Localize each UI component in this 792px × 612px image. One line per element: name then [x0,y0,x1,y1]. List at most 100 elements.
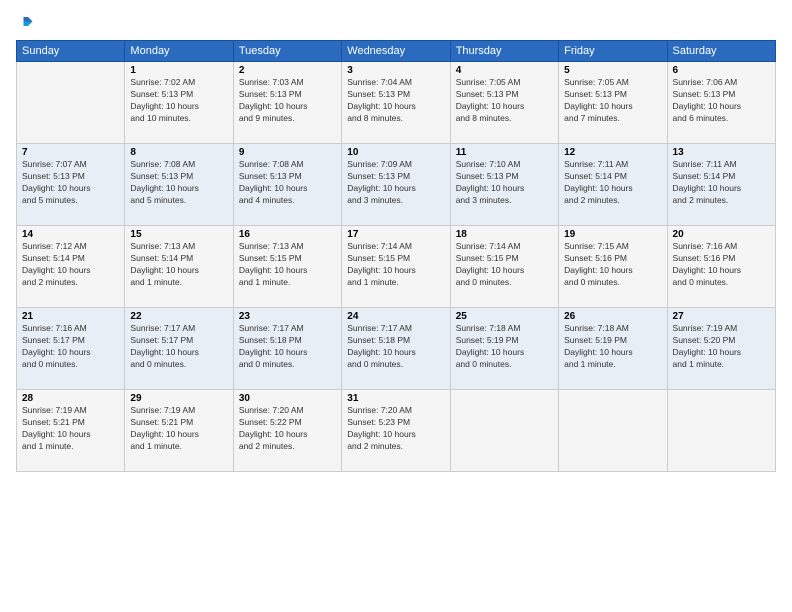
week-row-5: 28Sunrise: 7:19 AMSunset: 5:21 PMDayligh… [17,390,776,472]
day-info: Sunrise: 7:17 AMSunset: 5:18 PMDaylight:… [347,323,444,371]
day-info: Sunrise: 7:17 AMSunset: 5:18 PMDaylight:… [239,323,336,371]
calendar-cell: 19Sunrise: 7:15 AMSunset: 5:16 PMDayligh… [559,226,667,308]
day-number: 12 [564,147,661,158]
calendar-cell: 20Sunrise: 7:16 AMSunset: 5:16 PMDayligh… [667,226,775,308]
day-number: 11 [456,147,553,158]
day-info: Sunrise: 7:15 AMSunset: 5:16 PMDaylight:… [564,241,661,289]
day-info: Sunrise: 7:17 AMSunset: 5:17 PMDaylight:… [130,323,227,371]
day-number: 20 [673,229,770,240]
day-number: 27 [673,311,770,322]
calendar-cell: 11Sunrise: 7:10 AMSunset: 5:13 PMDayligh… [450,144,558,226]
calendar-cell: 17Sunrise: 7:14 AMSunset: 5:15 PMDayligh… [342,226,450,308]
calendar-cell [559,390,667,472]
calendar-cell: 16Sunrise: 7:13 AMSunset: 5:15 PMDayligh… [233,226,341,308]
logo-icon [16,14,34,32]
calendar-cell: 4Sunrise: 7:05 AMSunset: 5:13 PMDaylight… [450,62,558,144]
day-info: Sunrise: 7:18 AMSunset: 5:19 PMDaylight:… [456,323,553,371]
day-info: Sunrise: 7:07 AMSunset: 5:13 PMDaylight:… [22,159,119,207]
day-number: 10 [347,147,444,158]
calendar-cell: 13Sunrise: 7:11 AMSunset: 5:14 PMDayligh… [667,144,775,226]
calendar-cell: 7Sunrise: 7:07 AMSunset: 5:13 PMDaylight… [17,144,125,226]
day-info: Sunrise: 7:19 AMSunset: 5:21 PMDaylight:… [22,405,119,453]
calendar-cell: 3Sunrise: 7:04 AMSunset: 5:13 PMDaylight… [342,62,450,144]
day-info: Sunrise: 7:06 AMSunset: 5:13 PMDaylight:… [673,77,770,125]
page: SundayMondayTuesdayWednesdayThursdayFrid… [0,0,792,612]
day-number: 9 [239,147,336,158]
day-info: Sunrise: 7:10 AMSunset: 5:13 PMDaylight:… [456,159,553,207]
day-number: 4 [456,65,553,76]
day-number: 1 [130,65,227,76]
calendar-cell: 8Sunrise: 7:08 AMSunset: 5:13 PMDaylight… [125,144,233,226]
day-header-saturday: Saturday [667,41,775,62]
calendar-cell: 10Sunrise: 7:09 AMSunset: 5:13 PMDayligh… [342,144,450,226]
day-info: Sunrise: 7:08 AMSunset: 5:13 PMDaylight:… [239,159,336,207]
day-number: 16 [239,229,336,240]
day-number: 22 [130,311,227,322]
day-number: 14 [22,229,119,240]
day-header-monday: Monday [125,41,233,62]
day-info: Sunrise: 7:08 AMSunset: 5:13 PMDaylight:… [130,159,227,207]
week-row-1: 1Sunrise: 7:02 AMSunset: 5:13 PMDaylight… [17,62,776,144]
day-number: 24 [347,311,444,322]
calendar-cell [450,390,558,472]
day-info: Sunrise: 7:16 AMSunset: 5:16 PMDaylight:… [673,241,770,289]
day-number: 6 [673,65,770,76]
day-info: Sunrise: 7:13 AMSunset: 5:15 PMDaylight:… [239,241,336,289]
calendar-cell: 18Sunrise: 7:14 AMSunset: 5:15 PMDayligh… [450,226,558,308]
day-info: Sunrise: 7:04 AMSunset: 5:13 PMDaylight:… [347,77,444,125]
day-info: Sunrise: 7:12 AMSunset: 5:14 PMDaylight:… [22,241,119,289]
calendar-cell [17,62,125,144]
calendar-cell: 2Sunrise: 7:03 AMSunset: 5:13 PMDaylight… [233,62,341,144]
calendar-cell: 15Sunrise: 7:13 AMSunset: 5:14 PMDayligh… [125,226,233,308]
week-row-4: 21Sunrise: 7:16 AMSunset: 5:17 PMDayligh… [17,308,776,390]
calendar-cell: 23Sunrise: 7:17 AMSunset: 5:18 PMDayligh… [233,308,341,390]
day-header-thursday: Thursday [450,41,558,62]
day-number: 28 [22,393,119,404]
day-number: 21 [22,311,119,322]
day-number: 31 [347,393,444,404]
day-info: Sunrise: 7:13 AMSunset: 5:14 PMDaylight:… [130,241,227,289]
day-header-friday: Friday [559,41,667,62]
calendar-cell: 31Sunrise: 7:20 AMSunset: 5:23 PMDayligh… [342,390,450,472]
calendar-cell: 1Sunrise: 7:02 AMSunset: 5:13 PMDaylight… [125,62,233,144]
day-number: 13 [673,147,770,158]
day-info: Sunrise: 7:14 AMSunset: 5:15 PMDaylight:… [456,241,553,289]
day-info: Sunrise: 7:05 AMSunset: 5:13 PMDaylight:… [456,77,553,125]
calendar-cell: 24Sunrise: 7:17 AMSunset: 5:18 PMDayligh… [342,308,450,390]
day-number: 5 [564,65,661,76]
week-row-3: 14Sunrise: 7:12 AMSunset: 5:14 PMDayligh… [17,226,776,308]
day-number: 3 [347,65,444,76]
day-number: 17 [347,229,444,240]
day-info: Sunrise: 7:09 AMSunset: 5:13 PMDaylight:… [347,159,444,207]
day-info: Sunrise: 7:16 AMSunset: 5:17 PMDaylight:… [22,323,119,371]
day-number: 15 [130,229,227,240]
day-info: Sunrise: 7:19 AMSunset: 5:20 PMDaylight:… [673,323,770,371]
day-info: Sunrise: 7:05 AMSunset: 5:13 PMDaylight:… [564,77,661,125]
calendar-cell: 12Sunrise: 7:11 AMSunset: 5:14 PMDayligh… [559,144,667,226]
calendar-cell: 28Sunrise: 7:19 AMSunset: 5:21 PMDayligh… [17,390,125,472]
calendar-cell: 26Sunrise: 7:18 AMSunset: 5:19 PMDayligh… [559,308,667,390]
day-number: 18 [456,229,553,240]
day-info: Sunrise: 7:20 AMSunset: 5:22 PMDaylight:… [239,405,336,453]
day-info: Sunrise: 7:14 AMSunset: 5:15 PMDaylight:… [347,241,444,289]
calendar-cell: 29Sunrise: 7:19 AMSunset: 5:21 PMDayligh… [125,390,233,472]
day-info: Sunrise: 7:02 AMSunset: 5:13 PMDaylight:… [130,77,227,125]
calendar-cell: 22Sunrise: 7:17 AMSunset: 5:17 PMDayligh… [125,308,233,390]
header [16,14,776,32]
calendar-cell: 21Sunrise: 7:16 AMSunset: 5:17 PMDayligh… [17,308,125,390]
day-number: 19 [564,229,661,240]
week-row-2: 7Sunrise: 7:07 AMSunset: 5:13 PMDaylight… [17,144,776,226]
day-number: 25 [456,311,553,322]
day-info: Sunrise: 7:03 AMSunset: 5:13 PMDaylight:… [239,77,336,125]
day-number: 23 [239,311,336,322]
calendar-cell: 27Sunrise: 7:19 AMSunset: 5:20 PMDayligh… [667,308,775,390]
header-row: SundayMondayTuesdayWednesdayThursdayFrid… [17,41,776,62]
day-info: Sunrise: 7:19 AMSunset: 5:21 PMDaylight:… [130,405,227,453]
day-header-wednesday: Wednesday [342,41,450,62]
day-number: 29 [130,393,227,404]
day-number: 7 [22,147,119,158]
logo [16,14,36,32]
day-number: 26 [564,311,661,322]
day-info: Sunrise: 7:18 AMSunset: 5:19 PMDaylight:… [564,323,661,371]
calendar-cell: 25Sunrise: 7:18 AMSunset: 5:19 PMDayligh… [450,308,558,390]
